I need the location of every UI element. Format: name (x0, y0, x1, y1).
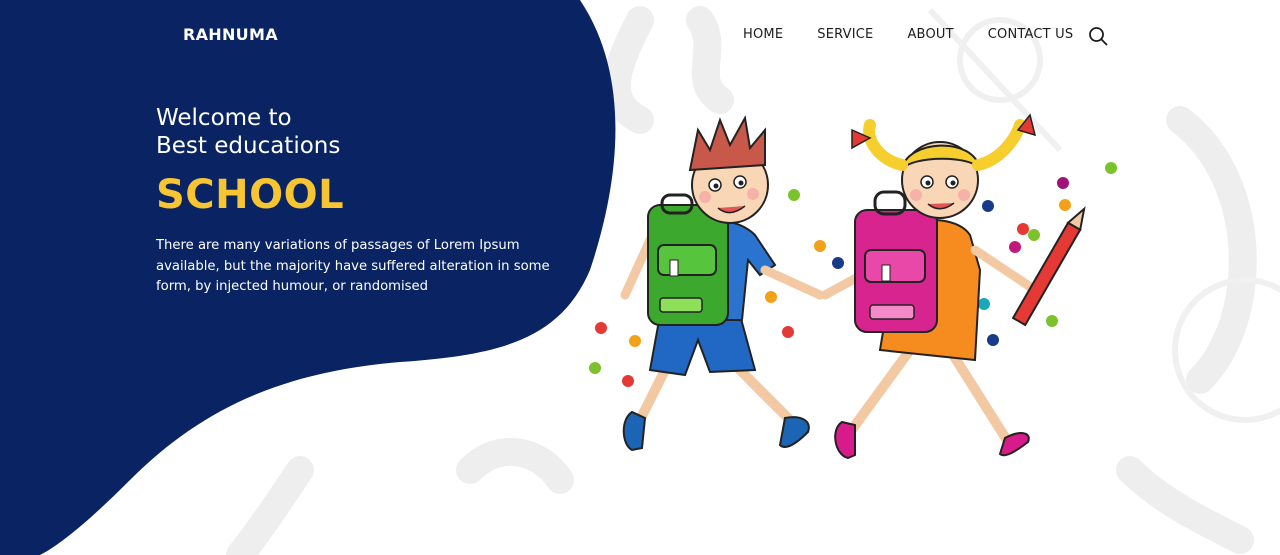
girl-figure (820, 113, 1086, 460)
boy-figure (620, 115, 825, 452)
nav-contact-us[interactable]: CONTACT US (988, 27, 1074, 42)
hero-welcome-line1: Welcome to (156, 105, 292, 131)
hero-welcome-line2: Best educations (156, 133, 341, 159)
brand-logo[interactable]: RAHNUMA (183, 25, 278, 44)
hero-content: Welcome to Best educations SCHOOL There … (156, 104, 566, 298)
nav-service[interactable]: SERVICE (817, 27, 873, 42)
nav-about[interactable]: ABOUT (907, 27, 953, 42)
hero-highlight: SCHOOL (156, 172, 345, 218)
search-icon[interactable] (1088, 26, 1108, 46)
nav-home[interactable]: HOME (743, 27, 783, 42)
hero-description: There are many variations of passages of… (156, 238, 550, 294)
kids-illustration (589, 113, 1117, 460)
hero-welcome: Welcome to Best educations (156, 104, 566, 160)
main-nav: HOME SERVICE ABOUT CONTACT US (743, 27, 1107, 42)
